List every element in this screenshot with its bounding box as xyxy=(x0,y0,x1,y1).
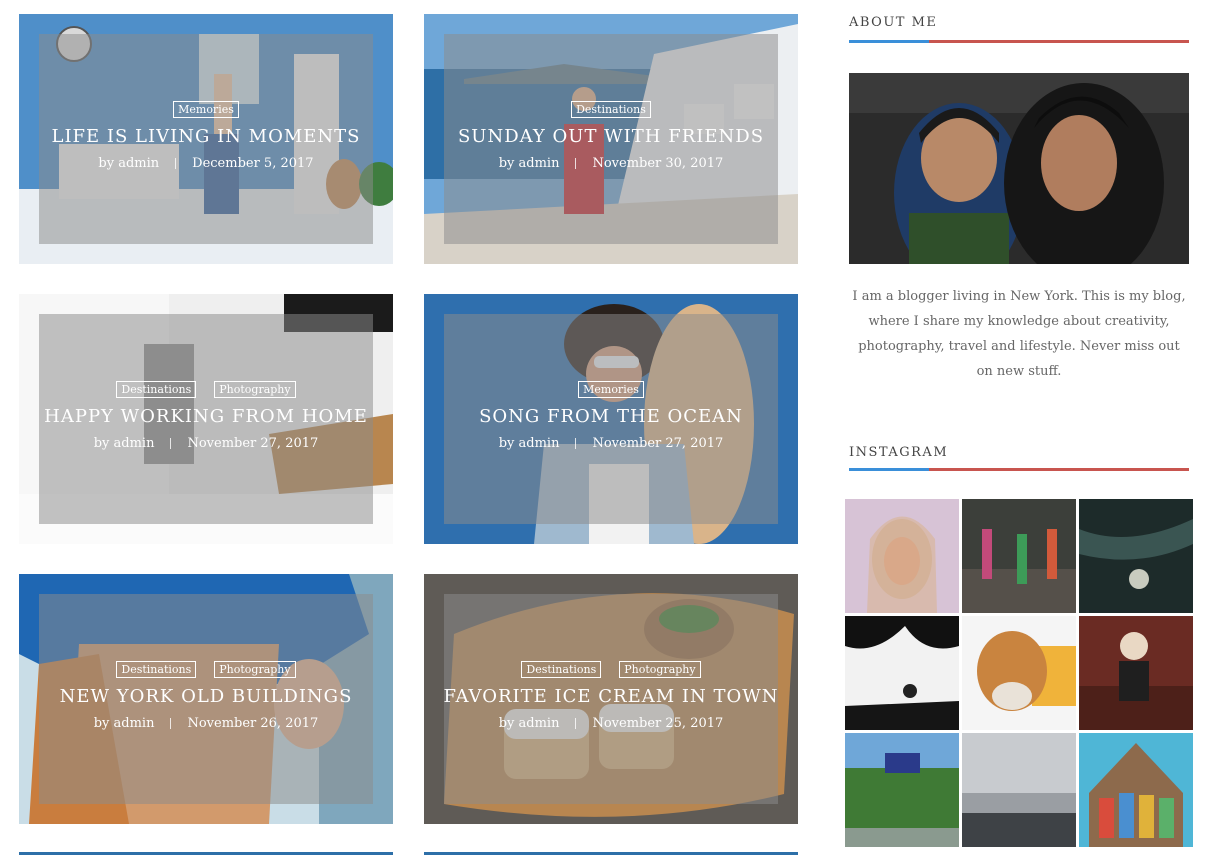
post-overlay: Destinations SUNDAY OUT WITH FRIENDS by … xyxy=(444,34,778,244)
post-author[interactable]: by admin xyxy=(499,716,560,731)
category-tag[interactable]: Photography xyxy=(619,661,701,678)
instagram-thumbnail[interactable] xyxy=(962,499,1076,613)
post-title[interactable]: FAVORITE ICE CREAM IN TOWN xyxy=(444,686,779,707)
post-card[interactable]: Destinations Photography FAVORITE ICE CR… xyxy=(424,574,798,824)
post-author[interactable]: by admin xyxy=(499,436,560,451)
meta-separator xyxy=(170,718,172,729)
post-date[interactable]: December 5, 2017 xyxy=(192,156,313,171)
category-tag[interactable]: Destinations xyxy=(521,661,602,678)
instagram-thumbnail[interactable] xyxy=(845,499,959,613)
post-author[interactable]: by admin xyxy=(98,156,159,171)
instagram-thumbnail[interactable] xyxy=(845,733,959,847)
instagram-thumbnail[interactable] xyxy=(845,616,959,730)
post-title[interactable]: SUNDAY OUT WITH FRIENDS xyxy=(458,126,764,147)
post-overlay: Memories SONG FROM THE OCEAN by admin No… xyxy=(444,314,778,524)
post-date[interactable]: November 25, 2017 xyxy=(592,716,723,731)
post-card[interactable]: Memories LIFE IS LIVING IN MOMENTS by ad… xyxy=(19,14,393,264)
instagram-thumbnail[interactable] xyxy=(962,616,1076,730)
category-tag[interactable]: Photography xyxy=(214,661,296,678)
post-title[interactable]: NEW YORK OLD BUILDINGS xyxy=(60,686,353,707)
post-card[interactable]: Memories SONG FROM THE OCEAN by admin No… xyxy=(424,294,798,544)
post-card[interactable]: Destinations Photography HAPPY WORKING F… xyxy=(19,294,393,544)
meta-separator xyxy=(575,438,577,449)
meta-separator xyxy=(575,718,577,729)
post-overlay: Destinations Photography HAPPY WORKING F… xyxy=(39,314,373,524)
about-widget-title: ABOUT ME xyxy=(849,15,938,30)
post-date[interactable]: November 27, 2017 xyxy=(592,436,723,451)
instagram-widget-title: INSTAGRAM xyxy=(849,445,949,460)
post-title[interactable]: SONG FROM THE OCEAN xyxy=(479,406,743,427)
category-tag[interactable]: Memories xyxy=(173,101,239,118)
widget-divider xyxy=(849,468,1189,471)
post-card[interactable]: Destinations SUNDAY OUT WITH FRIENDS by … xyxy=(424,14,798,264)
meta-separator xyxy=(175,158,177,169)
post-author[interactable]: by admin xyxy=(94,716,155,731)
about-text: I am a blogger living in New York. This … xyxy=(852,289,1186,379)
about-photo xyxy=(849,73,1189,264)
category-tag[interactable]: Destinations xyxy=(116,381,197,398)
category-tag[interactable]: Destinations xyxy=(116,661,197,678)
instagram-thumbnail[interactable] xyxy=(1079,733,1193,847)
instagram-grid xyxy=(845,499,1193,847)
post-overlay: Memories LIFE IS LIVING IN MOMENTS by ad… xyxy=(39,34,373,244)
post-author[interactable]: by admin xyxy=(499,156,560,171)
instagram-thumbnail[interactable] xyxy=(1079,499,1193,613)
meta-separator xyxy=(575,158,577,169)
category-tag[interactable]: Memories xyxy=(578,381,644,398)
post-date[interactable]: November 30, 2017 xyxy=(592,156,723,171)
instagram-thumbnail[interactable] xyxy=(1079,616,1193,730)
post-author[interactable]: by admin xyxy=(94,436,155,451)
post-overlay: Destinations Photography NEW YORK OLD BU… xyxy=(39,594,373,804)
post-date[interactable]: November 26, 2017 xyxy=(187,716,318,731)
post-date[interactable]: November 27, 2017 xyxy=(187,436,318,451)
post-title[interactable]: HAPPY WORKING FROM HOME xyxy=(44,406,368,427)
post-card[interactable]: Destinations Photography NEW YORK OLD BU… xyxy=(19,574,393,824)
post-title[interactable]: LIFE IS LIVING IN MOMENTS xyxy=(51,126,360,147)
post-overlay: Destinations Photography FAVORITE ICE CR… xyxy=(444,594,778,804)
category-tag[interactable]: Photography xyxy=(214,381,296,398)
meta-separator xyxy=(170,438,172,449)
widget-divider xyxy=(849,40,1189,43)
category-tag[interactable]: Destinations xyxy=(571,101,651,118)
instagram-thumbnail[interactable] xyxy=(962,733,1076,847)
